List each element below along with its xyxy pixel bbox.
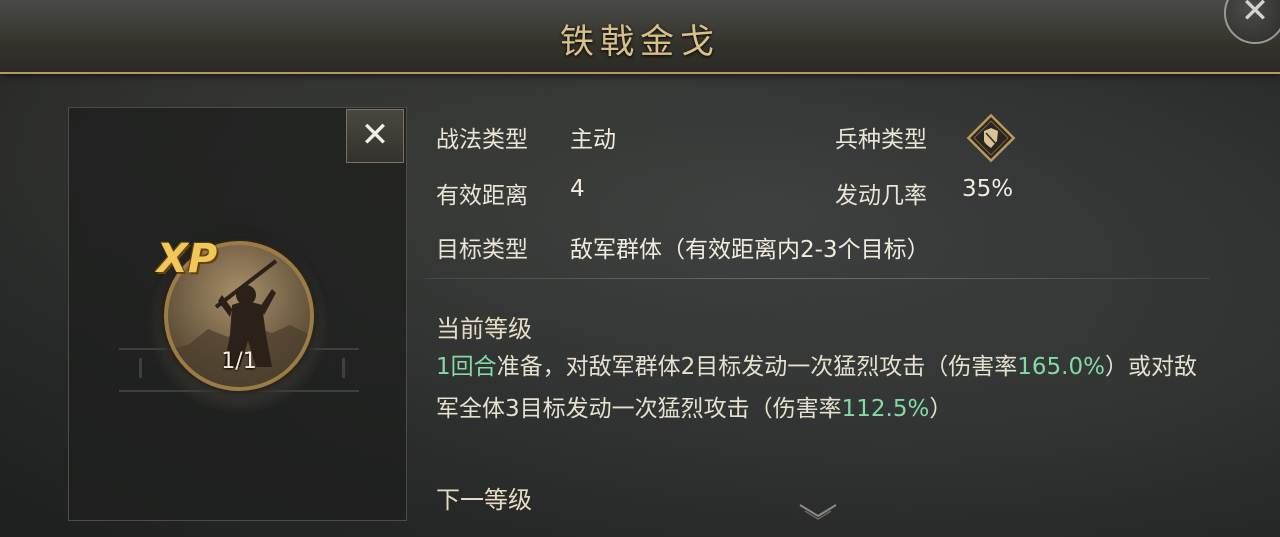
desc-segment: ） <box>929 396 953 422</box>
skill-title: 铁戟金戈 <box>560 22 720 62</box>
skill-level: 1/1 <box>221 349 257 374</box>
shield-troop-icon <box>966 113 1016 163</box>
close-button[interactable]: ✕ <box>346 109 404 163</box>
target-type-value: 敌军群体（有效距离内2-3个目标） <box>570 237 930 263</box>
divider <box>425 278 1210 279</box>
skill-portrait-panel: XP 1/1 ✕ <box>68 107 407 521</box>
current-level-heading: 当前等级 <box>436 315 532 343</box>
next-level-heading: 下一等级 <box>436 486 532 514</box>
xp-badge: XP <box>157 236 218 282</box>
desc-segment: 165.0% <box>1017 354 1105 380</box>
skill-type-value: 主动 <box>570 127 616 153</box>
close-icon: ✕ <box>360 115 390 155</box>
current-level-description: 1回合准备，对敌军群体2目标发动一次猛烈攻击（伤害率165.0%）或对敌军全体3… <box>436 346 1204 430</box>
trigger-rate-value: 35% <box>962 176 1014 202</box>
skill-type-label: 战法类型 <box>436 127 528 153</box>
chevron-down-icon[interactable] <box>797 502 839 524</box>
troop-type-label: 兵种类型 <box>835 127 927 153</box>
desc-segment: 112.5% <box>841 396 930 422</box>
desc-segment: 1回合 <box>436 354 497 380</box>
title-bar: 铁戟金戈 <box>0 0 1280 74</box>
range-label: 有效距离 <box>436 183 528 209</box>
trigger-rate-label: 发动几率 <box>835 183 927 209</box>
range-value: 4 <box>570 176 585 202</box>
target-type-label: 目标类型 <box>436 237 528 263</box>
desc-segment: 准备，对敌军群体2目标发动一次猛烈攻击（伤害率 <box>496 354 1018 380</box>
